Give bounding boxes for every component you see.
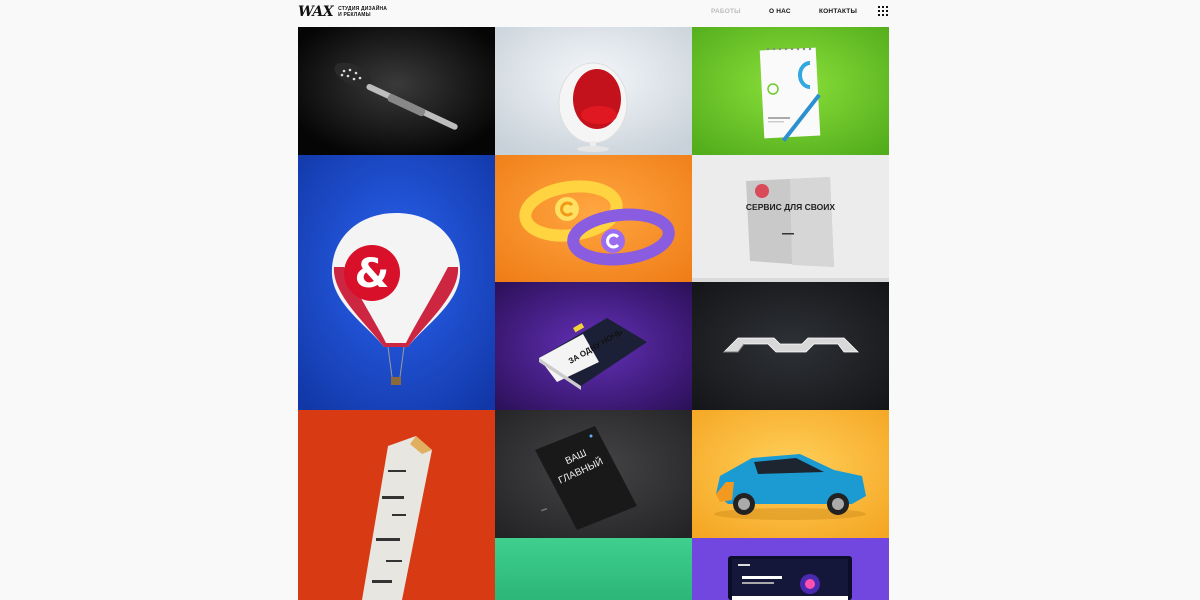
notebook-image — [692, 27, 889, 155]
chrome-logo-image — [692, 282, 889, 410]
logo-tagline: СТУДИЯ ДИЗАЙНА И РЕКЛАМЫ — [338, 6, 387, 18]
balloon-image: & — [298, 155, 495, 410]
tile-notebook-branding[interactable] — [692, 27, 889, 155]
tile-green[interactable] — [495, 538, 692, 600]
caviar-spoon-image — [298, 27, 495, 155]
tile-service-brochure[interactable]: СЕРВИС ДЛЯ СВОИХ — [692, 155, 889, 282]
svg-text:&: & — [355, 251, 390, 297]
egg-chair-image — [495, 27, 692, 155]
tile-egg-chair[interactable] — [495, 27, 692, 155]
birch-log-image — [298, 410, 495, 600]
wristbands-image — [495, 155, 692, 282]
tile-car[interactable] — [692, 410, 889, 538]
logo-mark: WAX — [298, 4, 334, 20]
tile-chrome-logo[interactable] — [692, 282, 889, 410]
nav-about[interactable]: О НАС — [769, 8, 791, 15]
portfolio-grid: & СЕРВИС ДЛЯ СВОИХ ЗА ОДНУ НОЧЬ ВАШ ГЛАВ… — [298, 27, 889, 600]
grid-menu-icon[interactable] — [878, 6, 888, 16]
logo[interactable]: WAX СТУДИЯ ДИЗАЙНА И РЕКЛАМЫ — [298, 5, 387, 19]
nav-works[interactable]: РАБОТЫ — [711, 8, 741, 15]
tile-poster[interactable]: ВАШ ГЛАВНЫЙ — [495, 410, 692, 538]
car-image — [692, 410, 889, 538]
poster-image — [495, 410, 692, 538]
tile-website-mockup[interactable] — [692, 538, 889, 600]
website-mockup-image — [692, 538, 889, 600]
logo-line-2: И РЕКЛАМЫ — [338, 12, 371, 18]
tile-hot-air-balloon[interactable]: & — [298, 155, 495, 410]
nav-contacts[interactable]: КОНТАКТЫ — [819, 8, 857, 15]
tile-wristbands[interactable] — [495, 155, 692, 282]
tile-caviar-spoon[interactable] — [298, 27, 495, 155]
green-tile-image — [495, 538, 692, 600]
brochure-image — [692, 155, 889, 282]
tile-book-cover[interactable]: ЗА ОДНУ НОЧЬ — [495, 282, 692, 410]
site-header: WAX СТУДИЯ ДИЗАЙНА И РЕКЛАМЫ РАБОТЫ О НА… — [0, 0, 1200, 26]
tile-birch-log[interactable] — [298, 410, 495, 600]
brochure-headline: СЕРВИС ДЛЯ СВОИХ — [745, 202, 836, 212]
